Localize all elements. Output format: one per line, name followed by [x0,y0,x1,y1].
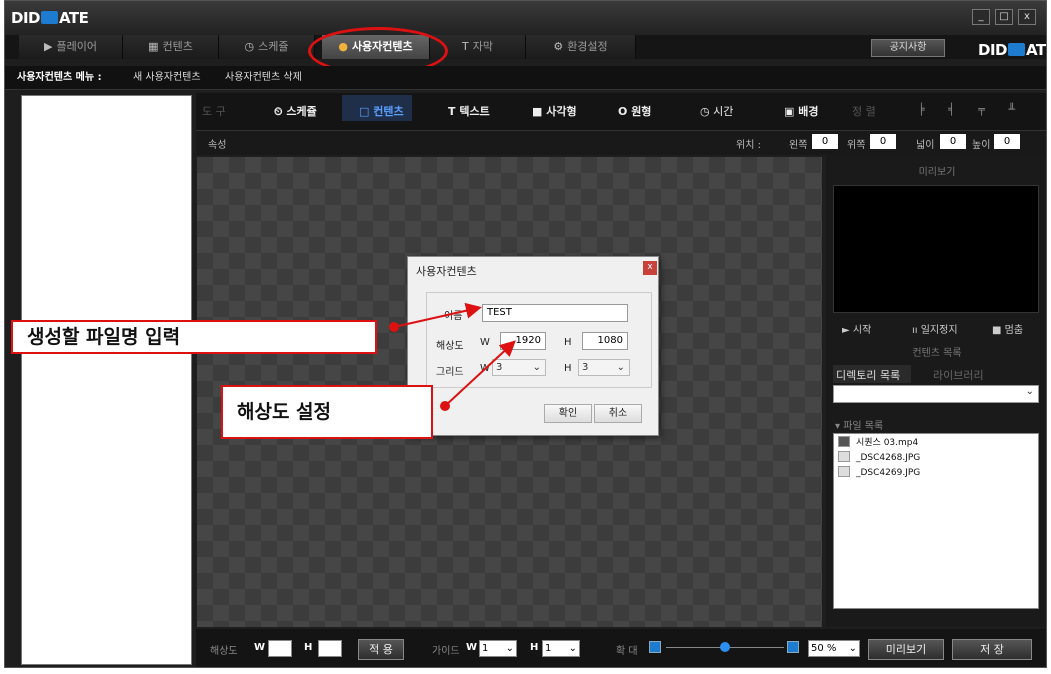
app-window: DID ATE _ □ x ▶ 플레이어 ▦ 컨텐츠 ◷ 스케쥴 ● 사용자컨텐츠 T 자막… [4,0,1047,668]
filename-arrow [393,302,482,328]
annotation-arrows [389,302,516,411]
resolution-arrow [444,340,516,407]
